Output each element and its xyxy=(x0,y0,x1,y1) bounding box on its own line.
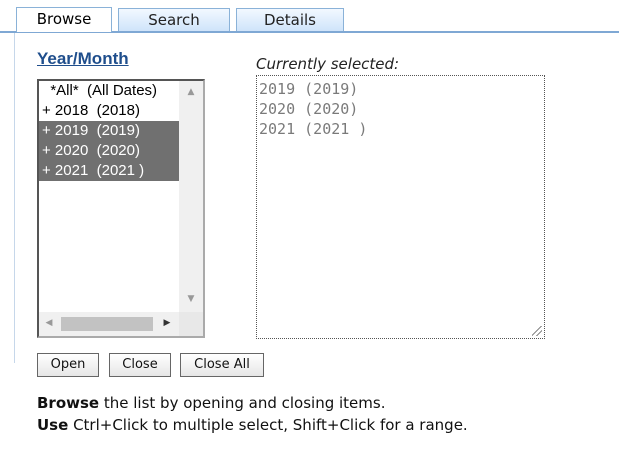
help-keyword-use: Use xyxy=(37,416,69,434)
list-item-2020[interactable]: + 2020 (2020) xyxy=(39,141,181,161)
selected-line: 2020 (2020) xyxy=(259,100,359,118)
resize-grip-icon[interactable] xyxy=(532,326,542,336)
panel-border xyxy=(14,33,15,363)
tab-search[interactable]: Search xyxy=(118,8,230,31)
year-month-items: *All* (All Dates) + 2018 (2018) + 2019 (… xyxy=(39,81,181,181)
list-item-all[interactable]: *All* (All Dates) xyxy=(39,81,181,101)
tab-bar: Browse Search Details xyxy=(0,0,619,33)
list-item-2018[interactable]: + 2018 (2018) xyxy=(39,101,181,121)
tab-browse[interactable]: Browse xyxy=(16,7,112,32)
horizontal-scroll-thumb[interactable] xyxy=(61,317,153,331)
help-text-browse: the list by opening and closing items. xyxy=(99,394,386,412)
help-line-browse: Browse the list by opening and closing i… xyxy=(37,394,385,412)
scroll-up-icon[interactable]: ▲ xyxy=(179,87,203,97)
year-month-heading[interactable]: Year/Month xyxy=(37,49,129,69)
help-line-use: Use Ctrl+Click to multiple select, Shift… xyxy=(37,416,468,434)
scroll-left-icon[interactable]: ◀ xyxy=(39,318,59,328)
open-button[interactable]: Open xyxy=(37,353,99,377)
scrollbar-corner xyxy=(179,312,203,336)
horizontal-scrollbar[interactable]: ◀ ▶ xyxy=(39,312,181,336)
vertical-scrollbar[interactable]: ▲ ▼ xyxy=(179,81,203,312)
selected-line: 2019 (2019) xyxy=(259,80,359,98)
help-text-use: Ctrl+Click to multiple select, Shift+Cli… xyxy=(68,416,468,434)
currently-selected-textarea[interactable]: 2019 (2019) 2020 (2020) 2021 (2021 ) xyxy=(256,75,545,339)
currently-selected-label: Currently selected: xyxy=(256,55,400,73)
close-button[interactable]: Close xyxy=(109,353,171,377)
scroll-right-icon[interactable]: ▶ xyxy=(157,318,177,328)
selected-line: 2021 (2021 ) xyxy=(259,120,368,138)
tab-details[interactable]: Details xyxy=(236,8,344,31)
list-item-2019[interactable]: + 2019 (2019) xyxy=(39,121,181,141)
help-keyword-browse: Browse xyxy=(37,394,100,412)
close-all-button[interactable]: Close All xyxy=(180,353,264,377)
scroll-down-icon[interactable]: ▼ xyxy=(179,294,203,304)
list-item-2021[interactable]: + 2021 (2021 ) xyxy=(39,161,181,181)
year-month-listbox[interactable]: *All* (All Dates) + 2018 (2018) + 2019 (… xyxy=(37,79,205,338)
